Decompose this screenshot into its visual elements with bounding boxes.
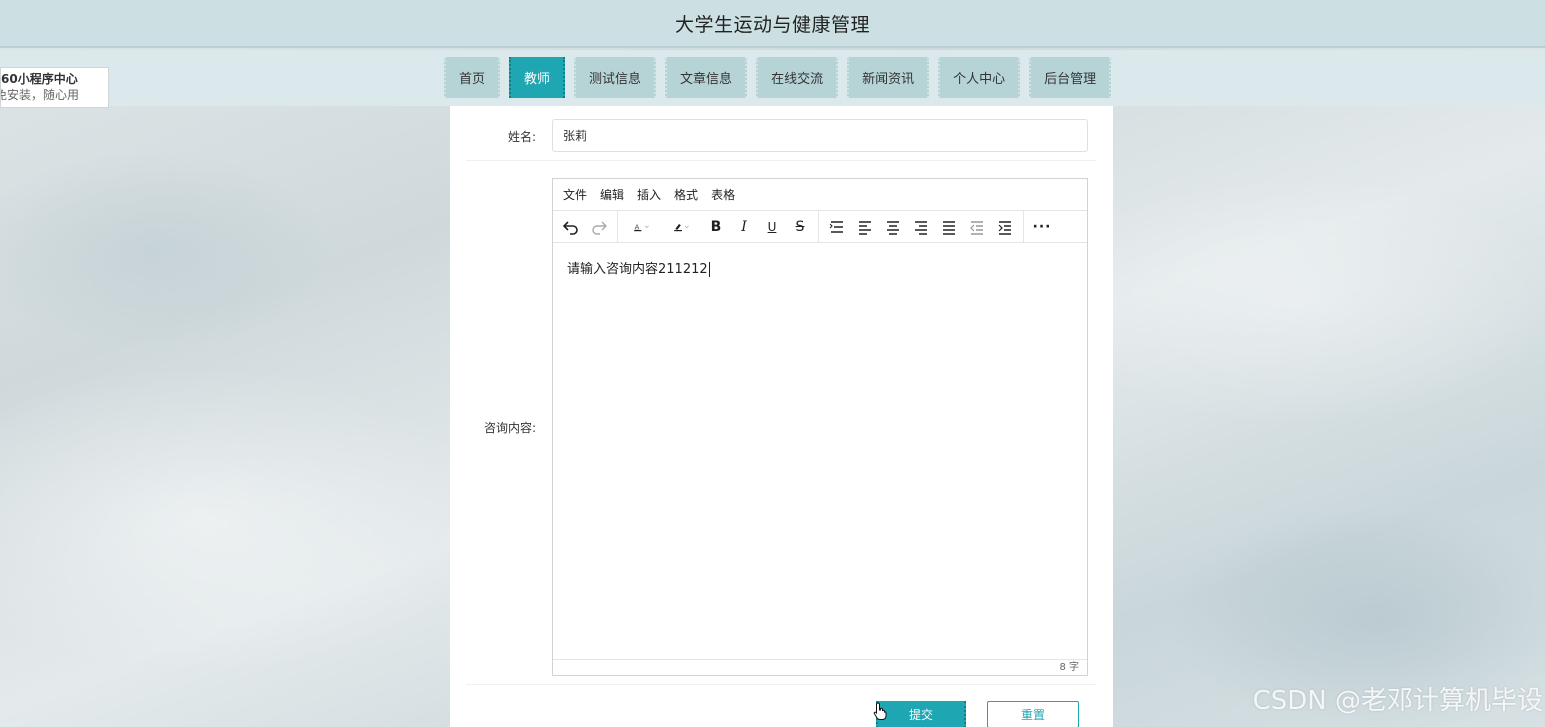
history-group bbox=[553, 210, 618, 243]
text-caret bbox=[708, 262, 710, 277]
rich-text-editor: 文件 编辑 插入 格式 表格 A B I U S ··· 请输入咨询内容2112… bbox=[552, 178, 1088, 676]
align-justify-icon[interactable] bbox=[935, 214, 963, 240]
form-row-content: 咨询内容: 文件 编辑 插入 格式 表格 A B I U S ··· 请输入咨询… bbox=[466, 161, 1096, 685]
line-height-icon[interactable] bbox=[823, 214, 851, 240]
promo-widget[interactable]: 60小程序中心 免安装，随心用 bbox=[0, 67, 109, 108]
format-group: A B I U S bbox=[618, 210, 819, 243]
more-group: ··· bbox=[1024, 211, 1060, 243]
hand-cursor-icon bbox=[873, 702, 887, 720]
content-label: 咨询内容: bbox=[483, 421, 536, 435]
form-row-name: 姓名: bbox=[466, 106, 1096, 161]
italic-icon[interactable]: I bbox=[730, 214, 758, 240]
indent-icon[interactable] bbox=[991, 214, 1019, 240]
menu-insert[interactable]: 插入 bbox=[637, 186, 661, 203]
nav-item-home[interactable]: 首页 bbox=[444, 57, 501, 98]
more-icon[interactable]: ··· bbox=[1028, 214, 1056, 240]
main-nav: 首页 教师 测试信息 文章信息 在线交流 新闻资讯 个人中心 后台管理 bbox=[444, 57, 1112, 98]
promo-title: 60小程序中心 bbox=[1, 72, 78, 86]
menu-table[interactable]: 表格 bbox=[711, 186, 735, 203]
site-title: 大学生运动与健康管理 bbox=[674, 13, 870, 36]
editor-menubar: 文件 编辑 插入 格式 表格 bbox=[553, 179, 1087, 211]
nav-item-test-info[interactable]: 测试信息 bbox=[574, 57, 657, 98]
paragraph-group bbox=[819, 210, 1024, 243]
name-label: 姓名: bbox=[507, 130, 536, 144]
word-count: 8 字 bbox=[553, 659, 1087, 675]
undo-icon[interactable] bbox=[557, 214, 585, 240]
editor-toolbar: A B I U S ··· bbox=[553, 210, 1087, 243]
name-field[interactable] bbox=[552, 119, 1088, 152]
submit-button[interactable]: 提交 bbox=[876, 701, 966, 727]
nav-item-news[interactable]: 新闻资讯 bbox=[847, 57, 930, 98]
watermark: CSDN @老邓计算机毕设 bbox=[1252, 686, 1543, 716]
nav-item-profile[interactable]: 个人中心 bbox=[938, 57, 1021, 98]
align-left-icon[interactable] bbox=[851, 214, 879, 240]
outdent-icon[interactable] bbox=[963, 214, 991, 240]
promo-subtitle: 免安装，随心用 bbox=[0, 88, 80, 102]
highlight-color-icon[interactable] bbox=[662, 214, 702, 240]
text-color-icon[interactable]: A bbox=[622, 214, 662, 240]
reset-button[interactable]: 重置 bbox=[987, 701, 1079, 727]
nav-item-admin[interactable]: 后台管理 bbox=[1029, 57, 1112, 98]
editor-content[interactable]: 请输入咨询内容211212 bbox=[553, 244, 1087, 660]
bold-icon[interactable]: B bbox=[702, 214, 730, 240]
nav-item-online-chat[interactable]: 在线交流 bbox=[756, 57, 839, 98]
menu-edit[interactable]: 编辑 bbox=[600, 186, 624, 203]
consult-form-panel: 姓名: 咨询内容: 文件 编辑 插入 格式 表格 bbox=[450, 106, 1113, 727]
redo-icon[interactable] bbox=[585, 214, 613, 240]
menu-format[interactable]: 格式 bbox=[674, 186, 698, 203]
nav-item-articles[interactable]: 文章信息 bbox=[665, 57, 748, 98]
align-center-icon[interactable] bbox=[879, 214, 907, 240]
site-header: 大学生运动与健康管理 bbox=[0, 0, 1545, 48]
strikethrough-icon[interactable]: S bbox=[786, 214, 814, 240]
nav-item-teacher[interactable]: 教师 bbox=[509, 57, 566, 98]
menu-file[interactable]: 文件 bbox=[563, 186, 587, 203]
align-right-icon[interactable] bbox=[907, 214, 935, 240]
svg-text:A: A bbox=[635, 223, 640, 230]
editor-text: 请输入咨询内容211212 bbox=[567, 262, 708, 277]
underline-icon[interactable]: U bbox=[758, 214, 786, 240]
